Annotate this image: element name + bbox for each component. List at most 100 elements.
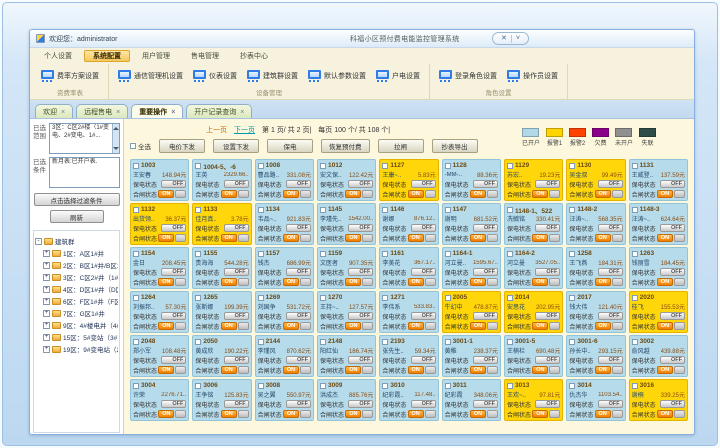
switch-toggle[interactable]: ON <box>408 278 424 286</box>
action-button[interactable]: 设置下发 <box>213 139 259 153</box>
switch-toggle[interactable]: ON <box>158 234 174 242</box>
keep-power-toggle[interactable]: OFF <box>473 312 498 320</box>
switch-toggle[interactable]: ON <box>657 366 673 374</box>
keep-power-toggle[interactable]: OFF <box>161 312 186 320</box>
keep-power-toggle[interactable]: OFF <box>535 224 560 232</box>
close-icon[interactable]: × <box>116 109 120 116</box>
keep-power-toggle[interactable]: OFF <box>161 400 186 408</box>
keep-power-toggle[interactable]: OFF <box>598 356 623 364</box>
card-checkbox[interactable] <box>258 251 264 257</box>
menu-tab-1[interactable]: 个人设置 <box>35 50 81 62</box>
select-all[interactable]: 全选 <box>130 141 151 151</box>
ribbon-button[interactable]: 操作员设置 <box>503 69 562 84</box>
keep-power-toggle[interactable]: OFF <box>411 180 436 188</box>
card-checkbox[interactable] <box>195 339 201 345</box>
switch-toggle[interactable]: ON <box>283 366 299 374</box>
keep-power-toggle[interactable]: OFF <box>286 356 311 364</box>
keep-power-toggle[interactable]: OFF <box>473 400 498 408</box>
card-checkbox[interactable] <box>133 163 139 169</box>
switch-toggle[interactable]: ON <box>532 322 548 330</box>
card-checkbox[interactable] <box>569 383 575 389</box>
close-icon[interactable]: ✕ <box>501 33 507 44</box>
keep-power-toggle[interactable]: OFF <box>411 268 436 276</box>
switch-toggle[interactable]: ON <box>345 190 361 198</box>
keep-power-toggle[interactable]: OFF <box>473 180 498 188</box>
switch-toggle[interactable]: ON <box>283 234 299 242</box>
expand-icon[interactable]: + <box>43 286 50 293</box>
keep-power-toggle[interactable]: OFF <box>535 312 560 320</box>
card-checkbox[interactable] <box>507 163 513 169</box>
close-icon[interactable]: × <box>171 109 175 116</box>
scrollbar[interactable] <box>112 124 119 153</box>
chevron-down-icon[interactable]: ˅ <box>516 33 520 44</box>
card-checkbox[interactable] <box>507 207 513 213</box>
keep-power-toggle[interactable]: OFF <box>535 400 560 408</box>
switch-toggle[interactable]: ON <box>408 190 424 198</box>
keep-power-toggle[interactable]: OFF <box>161 224 186 232</box>
switch-toggle[interactable]: ON <box>532 410 548 418</box>
card-checkbox[interactable] <box>195 207 201 213</box>
card-checkbox[interactable] <box>382 295 388 301</box>
expand-icon[interactable]: + <box>43 334 50 341</box>
card-checkbox[interactable] <box>258 163 264 169</box>
card-checkbox[interactable] <box>445 251 451 257</box>
keep-power-toggle[interactable]: OFF <box>660 224 685 232</box>
selected-condition-box[interactable]: 新月表:已开户表. <box>49 157 120 188</box>
expand-icon[interactable]: + <box>43 310 50 317</box>
card-checkbox[interactable] <box>569 295 575 301</box>
card-checkbox[interactable] <box>632 251 638 257</box>
keep-power-toggle[interactable]: OFF <box>286 400 311 408</box>
switch-toggle[interactable]: ON <box>470 278 486 286</box>
card-checkbox[interactable] <box>569 207 575 213</box>
expand-icon[interactable]: + <box>43 262 50 269</box>
keep-power-toggle[interactable]: OFF <box>161 268 186 276</box>
switch-toggle[interactable]: ON <box>158 278 174 286</box>
expand-icon[interactable]: + <box>43 274 50 281</box>
switch-toggle[interactable]: ON <box>595 234 611 242</box>
menu-tab-3[interactable]: 用户管理 <box>133 50 179 62</box>
keep-power-toggle[interactable]: OFF <box>224 356 249 364</box>
card-checkbox[interactable] <box>195 295 201 301</box>
card-checkbox[interactable] <box>445 295 451 301</box>
keep-power-toggle[interactable]: OFF <box>473 224 498 232</box>
switch-toggle[interactable]: ON <box>657 410 673 418</box>
card-checkbox[interactable] <box>258 383 264 389</box>
switch-toggle[interactable]: ON <box>158 190 174 198</box>
card-checkbox[interactable] <box>258 339 264 345</box>
keep-power-toggle[interactable]: OFF <box>598 400 623 408</box>
card-checkbox[interactable] <box>320 163 326 169</box>
card-checkbox[interactable] <box>133 295 139 301</box>
switch-toggle[interactable]: ON <box>345 366 361 374</box>
expand-icon[interactable]: + <box>43 298 50 305</box>
card-checkbox[interactable] <box>195 163 201 169</box>
scroll-down-icon[interactable] <box>113 147 119 153</box>
card-checkbox[interactable] <box>507 295 513 301</box>
card-checkbox[interactable] <box>569 163 575 169</box>
switch-toggle[interactable]: ON <box>470 410 486 418</box>
switch-toggle[interactable]: ON <box>158 322 174 330</box>
switch-toggle[interactable]: ON <box>345 278 361 286</box>
switch-toggle[interactable]: ON <box>221 190 237 198</box>
switch-toggle[interactable]: ON <box>532 366 548 374</box>
keep-power-toggle[interactable]: OFF <box>348 224 373 232</box>
card-checkbox[interactable] <box>382 163 388 169</box>
switch-toggle[interactable]: ON <box>408 410 424 418</box>
keep-power-toggle[interactable]: OFF <box>411 400 436 408</box>
switch-toggle[interactable]: ON <box>595 190 611 198</box>
keep-power-toggle[interactable]: OFF <box>348 180 373 188</box>
switch-toggle[interactable]: ON <box>345 234 361 242</box>
switch-toggle[interactable]: ON <box>283 190 299 198</box>
switch-toggle[interactable]: ON <box>221 366 237 374</box>
card-checkbox[interactable] <box>382 251 388 257</box>
keep-power-toggle[interactable]: OFF <box>411 312 436 320</box>
switch-toggle[interactable]: ON <box>657 190 673 198</box>
action-button[interactable]: 抄表导出 <box>432 139 478 153</box>
switch-toggle[interactable]: ON <box>345 410 361 418</box>
switch-toggle[interactable]: ON <box>470 322 486 330</box>
tree-item[interactable]: +1区：A区1#井 <box>35 248 118 258</box>
refresh-button[interactable]: 刷新 <box>50 210 104 223</box>
card-checkbox[interactable] <box>320 295 326 301</box>
action-button[interactable]: 拉闸 <box>378 139 424 153</box>
card-checkbox[interactable] <box>320 339 326 345</box>
card-checkbox[interactable] <box>569 339 575 345</box>
